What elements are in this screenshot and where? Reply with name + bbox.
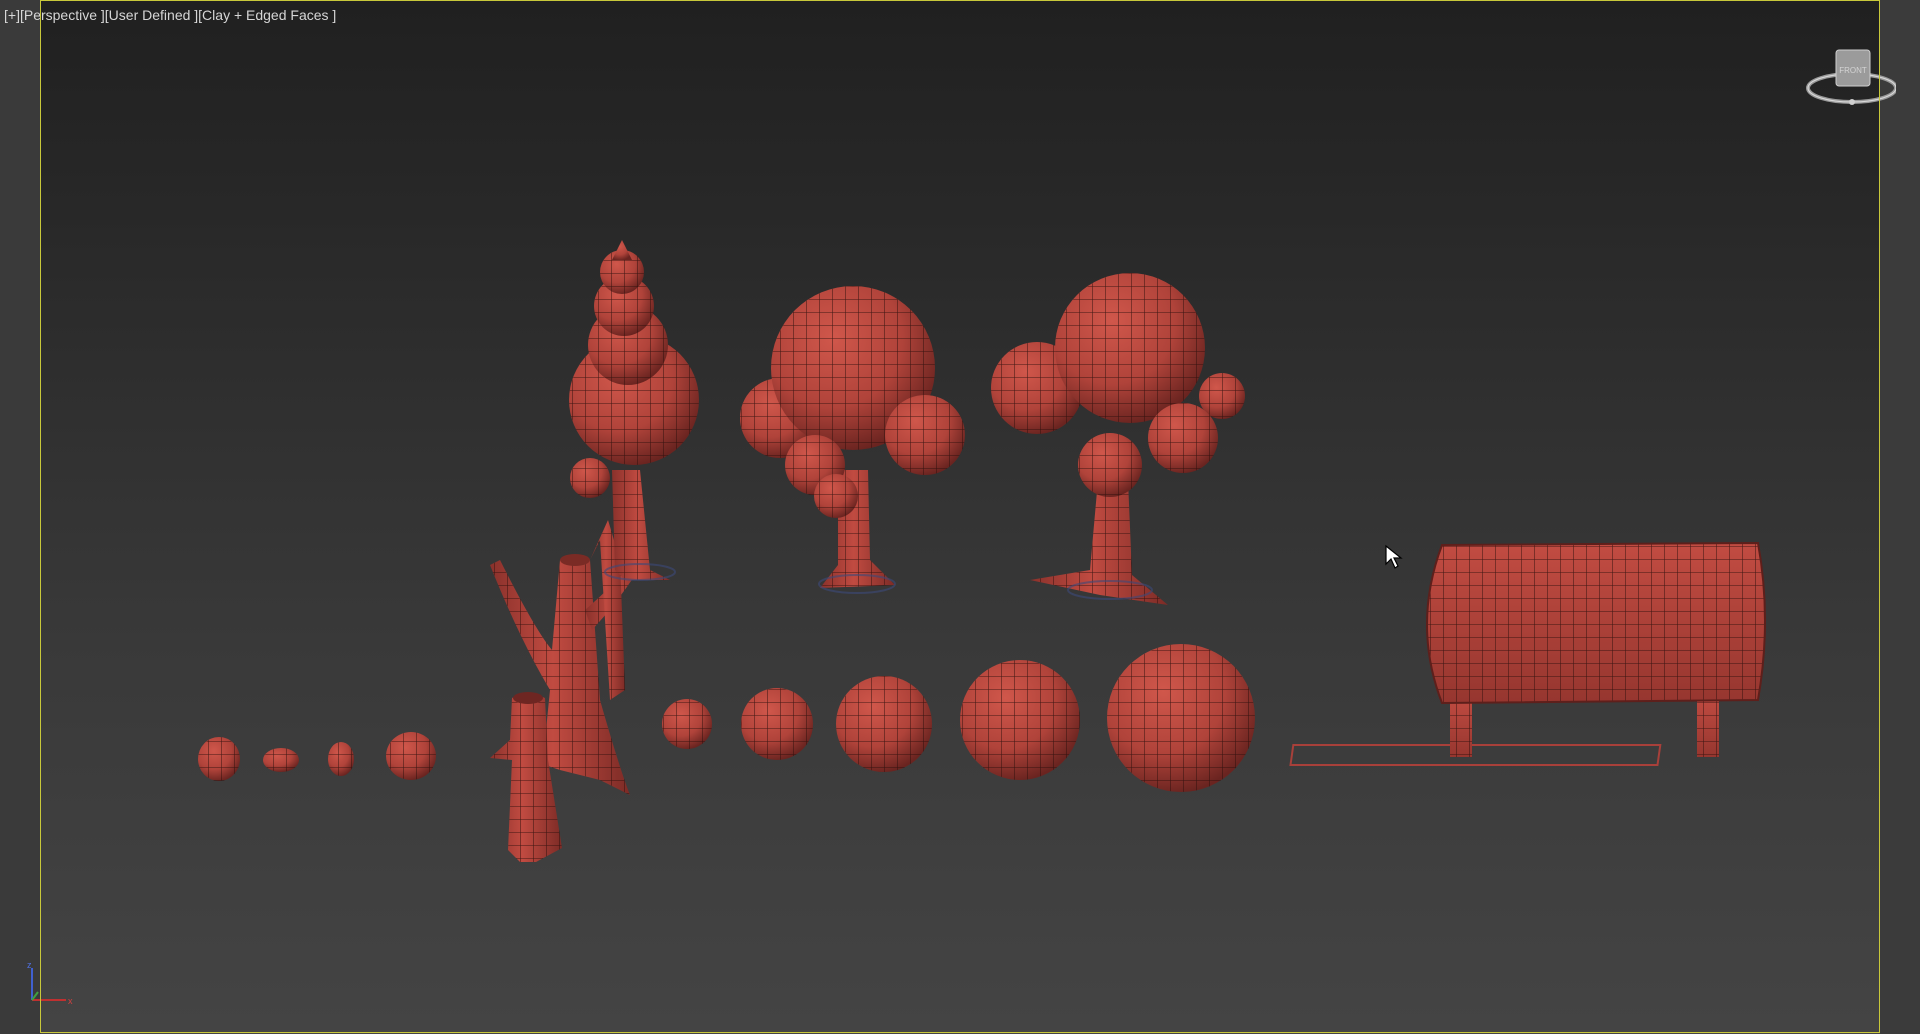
axis-tripod-icon: z x [27,960,73,1006]
sign-board[interactable] [1289,541,1766,766]
mouse-cursor-icon [1385,544,1403,569]
rock-3[interactable] [328,742,354,776]
bush-4[interactable] [960,660,1080,780]
viewcube-face-label: FRONT [1839,66,1867,75]
tree-round-1[interactable] [740,286,965,594]
viewcube-icon[interactable]: FRONT [1800,42,1896,114]
tree-round-2[interactable] [991,273,1245,605]
rock-4[interactable] [386,732,436,780]
bush-5[interactable] [1107,644,1255,792]
scene-canvas[interactable] [0,0,1920,1034]
bush-3[interactable] [836,676,932,772]
bush-1[interactable] [662,699,712,749]
rock-2[interactable] [263,748,299,772]
tree-conifer[interactable] [569,240,699,581]
rock-1[interactable] [198,737,240,781]
axis-z-label: z [27,960,32,970]
viewport-3d[interactable]: [+] [Perspective ] [User Defined ] [Clay… [0,0,1920,1034]
bush-2[interactable] [741,688,813,760]
axis-x-label: x [68,996,73,1006]
